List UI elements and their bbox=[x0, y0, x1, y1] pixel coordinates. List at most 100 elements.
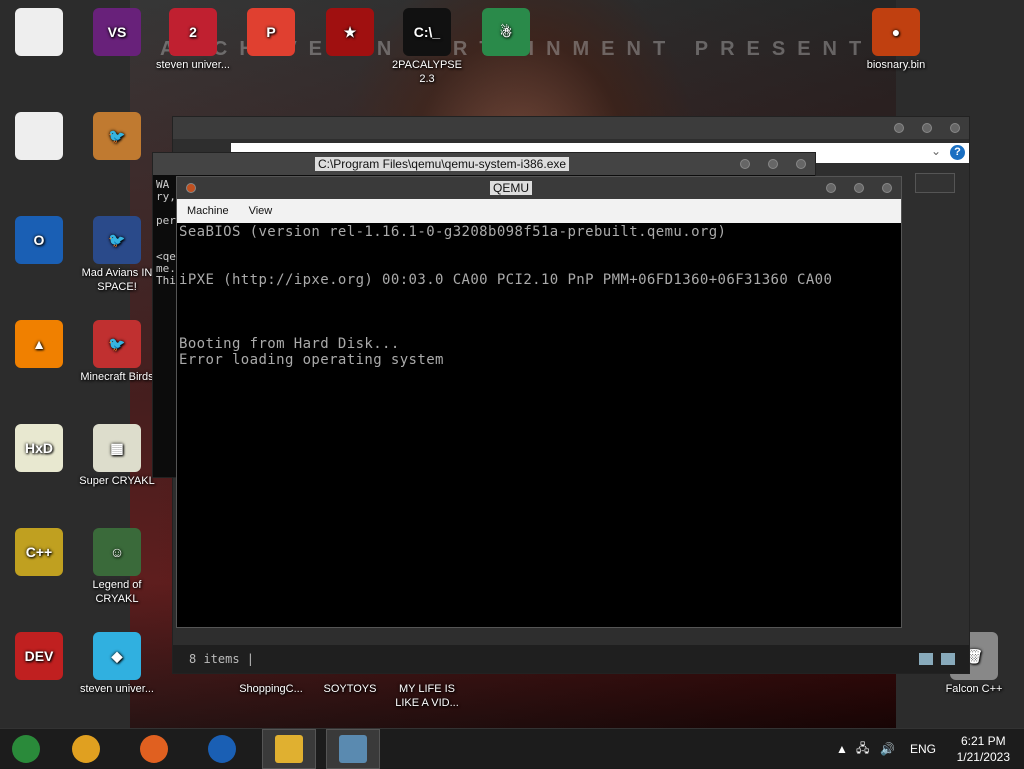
search-input[interactable] bbox=[915, 173, 955, 193]
desktop-icon-glyph bbox=[15, 112, 63, 160]
taskbar-obama-button[interactable] bbox=[202, 733, 242, 765]
desktop-icon[interactable]: DEV bbox=[0, 632, 79, 682]
desktop-icon[interactable]: ● biosnary.bin bbox=[856, 8, 936, 72]
desktop-icon-glyph: ▦ bbox=[93, 424, 141, 472]
taskbar-terminal-button[interactable] bbox=[326, 729, 380, 769]
maximize-button[interactable] bbox=[768, 159, 778, 169]
taskbar-chrome-dev-button[interactable] bbox=[6, 733, 46, 765]
console-title: C:\Program Files\qemu\qemu-system-i386.e… bbox=[153, 157, 731, 171]
qemu-menu-bar: Machine View bbox=[177, 199, 901, 223]
close-button[interactable] bbox=[796, 159, 806, 169]
desktop-icon-glyph: C:\_ bbox=[403, 8, 451, 56]
maximize-button[interactable] bbox=[922, 123, 932, 133]
ribbon-expand-icon[interactable]: ⌄ bbox=[931, 144, 941, 158]
qemu-title-bar[interactable]: QEMU bbox=[177, 177, 901, 199]
qemu-vm-screen[interactable]: SeaBIOS (version rel-1.16.1-0-g3208b098f… bbox=[177, 224, 901, 627]
taskbar-file-explorer-button[interactable] bbox=[262, 729, 316, 769]
desktop-icon[interactable]: C:\_ 2PACALYPSE 2.3 bbox=[387, 8, 467, 86]
desktop-icon-glyph: C++ bbox=[15, 528, 63, 576]
minimize-button[interactable] bbox=[740, 159, 750, 169]
clock[interactable]: 6:21 PM 1/21/2023 bbox=[957, 733, 1010, 765]
desktop-icon[interactable]: P bbox=[231, 8, 311, 58]
desktop-icon[interactable]: ☃ bbox=[466, 8, 546, 58]
desktop-icon[interactable]: 🐦 bbox=[77, 112, 157, 162]
desktop-icon[interactable]: 🐦 Minecraft Birds bbox=[77, 320, 157, 384]
desktop-icon-label: MY LIFE IS LIKE A VID... bbox=[395, 683, 459, 709]
desktop-icon-label: ShoppingC... bbox=[239, 683, 303, 695]
taskbar-firefox-button[interactable] bbox=[134, 733, 174, 765]
volume-icon[interactable]: 🔊 bbox=[880, 729, 895, 769]
desktop-icon-label: Minecraft Birds bbox=[80, 371, 154, 383]
desktop-icon-glyph: DEV bbox=[15, 632, 63, 680]
close-button[interactable] bbox=[950, 123, 960, 133]
terminal-icon bbox=[339, 735, 367, 763]
desktop-icon-label: steven univer... bbox=[80, 683, 154, 695]
tray-chevron-icon[interactable]: ▲ bbox=[836, 729, 848, 769]
minimize-button[interactable] bbox=[826, 183, 836, 193]
desktop-icon[interactable] bbox=[0, 112, 79, 162]
network-icon[interactable]: 🖧 bbox=[856, 729, 869, 769]
explorer-title-bar[interactable] bbox=[173, 117, 969, 139]
details-view-icon[interactable] bbox=[919, 653, 933, 665]
seabios-line: SeaBIOS (version rel-1.16.1-0-g3208b098f… bbox=[179, 224, 727, 240]
desktop-icon-glyph: VS bbox=[93, 8, 141, 56]
desktop-icon-glyph: ☃ bbox=[482, 8, 530, 56]
desktop-icon-glyph: ◆ bbox=[93, 632, 141, 680]
maximize-button[interactable] bbox=[854, 183, 864, 193]
obama-icon bbox=[208, 735, 236, 763]
taskbar-chrome-button[interactable] bbox=[66, 733, 106, 765]
desktop-icon[interactable]: ◆ steven univer... bbox=[77, 632, 157, 696]
chrome-icon bbox=[72, 735, 100, 763]
desktop-icon[interactable]: O bbox=[0, 216, 79, 266]
desktop-icon-label: Mad Avians IN SPACE! bbox=[81, 267, 153, 293]
desktop-icon-label: SOYTOYS bbox=[323, 683, 377, 695]
desktop-icon-glyph: ☺ bbox=[93, 528, 141, 576]
desktop-icon-label: steven univer... bbox=[156, 59, 230, 71]
desktop-icon-glyph: 🐦 bbox=[93, 112, 141, 160]
desktop-icon[interactable]: C++ bbox=[0, 528, 79, 578]
console-title-bar[interactable]: C:\Program Files\qemu\qemu-system-i386.e… bbox=[153, 153, 815, 175]
desktop-icon[interactable] bbox=[0, 8, 79, 58]
booting-line: Booting from Hard Disk... bbox=[179, 336, 400, 352]
ipxe-line: iPXE (http://ipxe.org) 00:03.0 CA00 PCI2… bbox=[179, 272, 833, 288]
clock-time: 6:21 PM bbox=[960, 734, 1006, 748]
chrome-dev-icon bbox=[12, 735, 40, 763]
desktop-icon[interactable]: ▦ Super CRYAKL bbox=[77, 424, 157, 488]
desktop-icon[interactable]: 2 steven univer... bbox=[153, 8, 233, 72]
desktop-icon[interactable]: HxD bbox=[0, 424, 79, 474]
desktop-icon-glyph: 2 bbox=[169, 8, 217, 56]
desktop-icon-label: biosnary.bin bbox=[866, 59, 926, 71]
desktop-icon[interactable]: ★ bbox=[310, 8, 390, 58]
desktop-icon-label: Super CRYAKL bbox=[79, 475, 155, 487]
desktop-icon-glyph: O bbox=[15, 216, 63, 264]
menu-machine[interactable]: Machine bbox=[177, 205, 239, 217]
language-indicator[interactable]: ENG bbox=[910, 729, 936, 769]
desktop-icon-label: Legend of CRYAKL bbox=[92, 579, 142, 605]
desktop-icon[interactable]: 🐦 Mad Avians IN SPACE! bbox=[77, 216, 157, 294]
qemu-title-text: QEMU bbox=[490, 181, 532, 195]
close-button[interactable] bbox=[882, 183, 892, 193]
desktop-icon-glyph: 🐦 bbox=[93, 216, 141, 264]
menu-view[interactable]: View bbox=[239, 205, 283, 217]
file-explorer-icon bbox=[275, 735, 303, 763]
desktop-icon-glyph: P bbox=[247, 8, 295, 56]
desktop-icon-glyph: ▲ bbox=[15, 320, 63, 368]
console-output: WA ry, per <qe me. Thi bbox=[156, 178, 176, 287]
explorer-status-bar: 8 items | bbox=[173, 645, 969, 673]
desktop-icon[interactable]: VS bbox=[77, 8, 157, 58]
firefox-icon bbox=[140, 735, 168, 763]
desktop-icon[interactable]: ☺ Legend of CRYAKL bbox=[77, 528, 157, 606]
qemu-window[interactable]: QEMU Machine View SeaBIOS (version rel-1… bbox=[176, 176, 902, 628]
large-icons-view-icon[interactable] bbox=[941, 653, 955, 665]
qemu-title: QEMU bbox=[205, 181, 817, 195]
desktop-icon[interactable]: ▲ bbox=[0, 320, 79, 370]
help-icon[interactable]: ? bbox=[950, 145, 965, 160]
console-title-text: C:\Program Files\qemu\qemu-system-i386.e… bbox=[314, 157, 570, 171]
desktop-icon-glyph: ★ bbox=[326, 8, 374, 56]
minimize-button[interactable] bbox=[894, 123, 904, 133]
desktop-icon-glyph: 🐦 bbox=[93, 320, 141, 368]
error-line: Error loading operating system bbox=[179, 352, 444, 368]
desktop-icon-glyph bbox=[15, 8, 63, 56]
desktop-icon-label: 2PACALYPSE 2.3 bbox=[392, 59, 462, 85]
taskbar: ▲ 🖧 🔊 ENG 6:21 PM 1/21/2023 bbox=[0, 728, 1024, 769]
